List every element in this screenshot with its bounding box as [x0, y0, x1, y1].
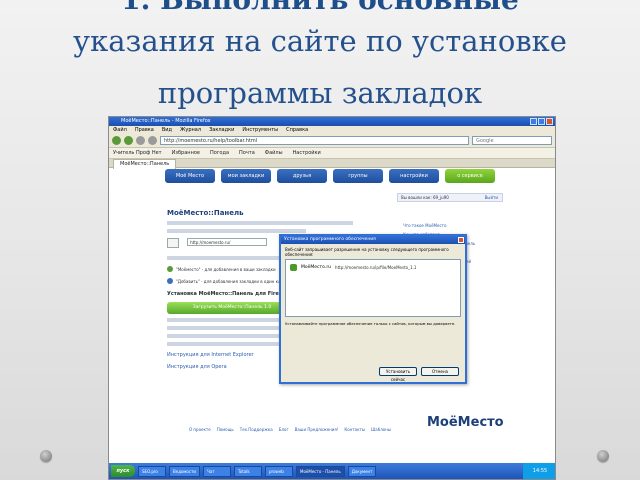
- nav-groups[interactable]: группы: [333, 169, 383, 183]
- site-footer: О проекте Помощь Тех.Поддержка Блог Ваши…: [189, 427, 499, 432]
- taskbar-item[interactable]: SEO.pro: [138, 465, 166, 477]
- user-label: Вы вошли как:: [401, 195, 432, 200]
- menu-edit[interactable]: Правка: [135, 126, 154, 134]
- taskbar-item[interactable]: Ведомости: [169, 465, 201, 477]
- user-bar: Вы вошли как: 69_ju90 Выйти: [397, 193, 503, 202]
- install-item-name: МоёМесто.ru: [301, 265, 332, 270]
- footer-link[interactable]: О проекте: [189, 427, 211, 432]
- window-titlebar: МоёМесто::Панель - Mozilla Firefox: [109, 117, 555, 126]
- footer-link[interactable]: Тех.Поддержка: [240, 427, 273, 432]
- tab-active[interactable]: МоёМесто::Панель: [113, 159, 177, 169]
- user-name[interactable]: 69_ju90: [433, 195, 449, 200]
- system-clock: 14:55: [523, 463, 555, 479]
- footer-link[interactable]: Блог: [279, 427, 289, 432]
- dialog-close-icon[interactable]: [458, 237, 464, 243]
- footer-link[interactable]: Помощь: [217, 427, 234, 432]
- install-item-url: http://moemesto.ru/ip/file/MoeMesto_1.1: [335, 265, 417, 270]
- dialog-titlebar: Установка программного обеспечения: [281, 236, 465, 244]
- nav-friends[interactable]: друзья: [277, 169, 327, 183]
- nav-settings[interactable]: настройки: [389, 169, 439, 183]
- footer-link[interactable]: Контакты: [344, 427, 365, 432]
- menu-bookmarks[interactable]: Закладки: [209, 126, 234, 134]
- bookmark-item[interactable]: Почта: [239, 148, 255, 158]
- slide-title-line1: 1. Выполнить основные: [0, 0, 640, 16]
- footer-link[interactable]: Шаблоны: [371, 427, 391, 432]
- taskbar-item[interactable]: МоёМесто - Панель: [296, 465, 345, 477]
- menu-help[interactable]: Справка: [286, 126, 308, 134]
- taskbar-item[interactable]: Документ: [347, 465, 377, 477]
- window-controls: [530, 118, 553, 125]
- forward-icon[interactable]: [124, 136, 133, 145]
- nav-about[interactable]: о сервисе: [445, 169, 495, 183]
- menu-file[interactable]: Файл: [113, 126, 127, 134]
- moemesto-icon: [167, 266, 173, 272]
- page-content: Моё Место мои закладки друзья группы нас…: [109, 169, 555, 465]
- dialog-install-list: МоёМесто.ru http://moemesto.ru/ip/file/M…: [285, 259, 461, 317]
- bookmark-item[interactable]: Избранное: [172, 148, 200, 158]
- window-title: МоёМесто::Панель - Mozilla Firefox: [121, 118, 211, 124]
- taskbar-item[interactable]: proweb: [265, 465, 294, 477]
- nav-my-place[interactable]: Моё Место: [165, 169, 215, 183]
- cancel-button[interactable]: Отмена: [421, 367, 459, 376]
- slide-title-line3: программы закладок: [157, 76, 483, 110]
- menu-view[interactable]: Вид: [162, 126, 172, 134]
- install-item[interactable]: МоёМесто.ru http://moemesto.ru/ip/file/M…: [290, 264, 416, 271]
- bookmarks-toolbar: Учитель Проф Нет Избранное Погода Почта …: [109, 148, 555, 159]
- slide-title-line2: указания на сайте по установке: [73, 24, 567, 58]
- dialog-prompt: Веб-сайт запрашивает разрешение на устан…: [285, 247, 449, 257]
- nav-my-bookmarks[interactable]: мои закладки: [221, 169, 271, 183]
- menu-tools[interactable]: Инструменты: [242, 126, 278, 134]
- toolbar-preview-icon: [167, 238, 179, 248]
- start-button[interactable]: пуск: [111, 465, 135, 477]
- taskbar-item[interactable]: Totalk: [234, 465, 263, 477]
- install-dialog: Установка программного обеспечения Веб-с…: [279, 234, 467, 384]
- pin-icon: [597, 450, 609, 462]
- dialog-warning: Устанавливайте программное обеспечение т…: [285, 321, 456, 326]
- search-input[interactable]: Google: [472, 136, 552, 145]
- site-nav: Моё Место мои закладки друзья группы нас…: [165, 169, 499, 183]
- pin-icon: [40, 450, 52, 462]
- taskbar-item[interactable]: Чат: [203, 465, 232, 477]
- close-icon[interactable]: [546, 118, 553, 125]
- bookmark-item[interactable]: Настройки: [293, 148, 321, 158]
- dialog-title: Установка программного обеспечения: [284, 237, 376, 242]
- tab-strip: МоёМесто::Панель: [109, 159, 555, 169]
- dialog-buttons: Установить сейчас Отмена: [379, 367, 459, 382]
- reload-icon[interactable]: [136, 136, 145, 145]
- home-icon[interactable]: [148, 136, 157, 145]
- sidebar-link[interactable]: Что такое МоёМесто: [403, 223, 503, 228]
- url-preview-field: http://moemesto.ru/: [187, 238, 268, 246]
- footer-link[interactable]: Ваши Предложения!: [295, 427, 339, 432]
- brand-logo: МоёМесто: [427, 415, 504, 430]
- install-toolbar-button[interactable]: Загрузить МоёМесто::Панель 1.0: [167, 302, 297, 314]
- navigation-toolbar: http://moemesto.ru/help/toolbar.html Goo…: [109, 134, 555, 148]
- address-bar[interactable]: http://moemesto.ru/help/toolbar.html: [160, 136, 469, 145]
- text-line: [167, 221, 353, 225]
- browser-screenshot: МоёМесто::Панель - Mozilla Firefox Файл …: [108, 116, 556, 480]
- bookmark-item[interactable]: Погода: [210, 148, 229, 158]
- install-now-button[interactable]: Установить сейчас: [379, 367, 417, 382]
- taskbar: пуск SEO.pro Ведомости Чат Totalk proweb…: [109, 463, 555, 479]
- maximize-icon[interactable]: [538, 118, 545, 125]
- add-icon: [167, 278, 173, 284]
- minimize-icon[interactable]: [530, 118, 537, 125]
- logout-link[interactable]: Выйти: [485, 194, 498, 202]
- list-item-text: "Добавить" - для добавления закладки в о…: [176, 278, 286, 284]
- menu-bar: Файл Правка Вид Журнал Закладки Инструме…: [109, 126, 555, 134]
- back-icon[interactable]: [112, 136, 121, 145]
- bookmark-item[interactable]: Файлы: [265, 148, 283, 158]
- bookmark-item[interactable]: Учитель Проф Нет: [113, 148, 162, 158]
- menu-history[interactable]: Журнал: [180, 126, 201, 134]
- list-item-text: "Моёместо" - для добавления в ваши закла…: [176, 266, 276, 272]
- page-title: МоёМесто::Панель: [167, 209, 244, 217]
- extension-icon: [290, 264, 297, 271]
